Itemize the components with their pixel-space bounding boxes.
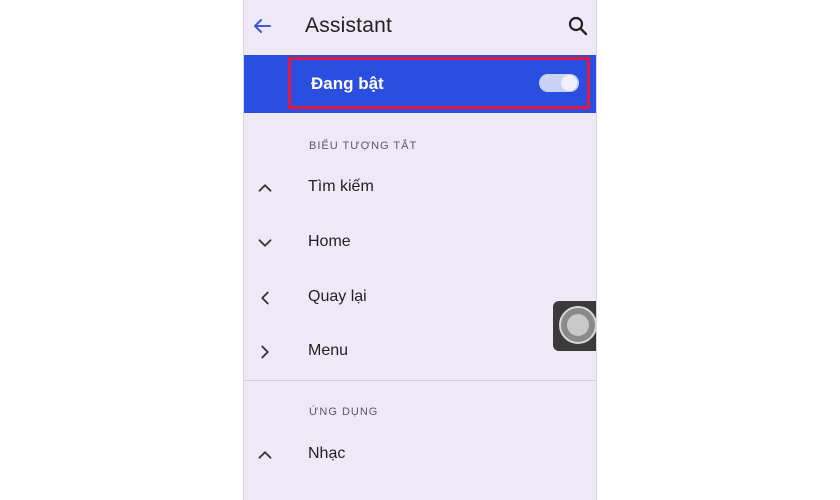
list-item-label: Nhạc (308, 445, 346, 462)
list-item-home[interactable]: Home (244, 217, 596, 271)
section-header-apps: ỨNG DỤNG (309, 406, 379, 418)
list-item-back[interactable]: Quay lại (244, 272, 596, 326)
list-item-search[interactable]: Tìm kiếm (244, 162, 596, 216)
master-switch-bar[interactable]: Đang bật (244, 55, 596, 113)
list-item-menu[interactable]: Menu (244, 326, 596, 380)
section-divider (244, 380, 596, 381)
phone-screen: Assistant Đang bật BIỂU TƯỢNG TẮT Tìm ki… (243, 0, 597, 500)
app-bar: Assistant (244, 0, 596, 55)
assistive-touch-button[interactable] (553, 301, 596, 351)
master-switch-label: Đang bật (311, 74, 384, 93)
list-item-label: Menu (308, 342, 349, 359)
chevron-up-icon (258, 451, 272, 459)
list-item-music[interactable]: Nhạc (244, 429, 596, 483)
screen-background: Assistant Đang bật BIỂU TƯỢNG TẮT Tìm ki… (0, 0, 840, 500)
highlight-box: Đang bật (288, 57, 590, 109)
assistive-touch-core (567, 314, 589, 336)
assistive-touch-icon (559, 306, 596, 344)
arrow-left-icon[interactable] (250, 14, 274, 38)
list-item-label: Quay lại (308, 288, 367, 305)
list-item-label: Home (308, 233, 351, 250)
chevron-left-icon (261, 291, 269, 305)
page-title: Assistant (305, 14, 392, 37)
chevron-down-icon (258, 239, 272, 247)
search-icon[interactable] (566, 14, 590, 38)
master-toggle[interactable] (539, 74, 579, 92)
chevron-up-icon (258, 184, 272, 192)
list-item-label: Tìm kiếm (308, 178, 374, 195)
section-header-shortcut-icons: BIỂU TƯỢNG TẮT (309, 140, 418, 152)
toggle-knob (561, 75, 577, 91)
chevron-right-icon (261, 345, 269, 359)
